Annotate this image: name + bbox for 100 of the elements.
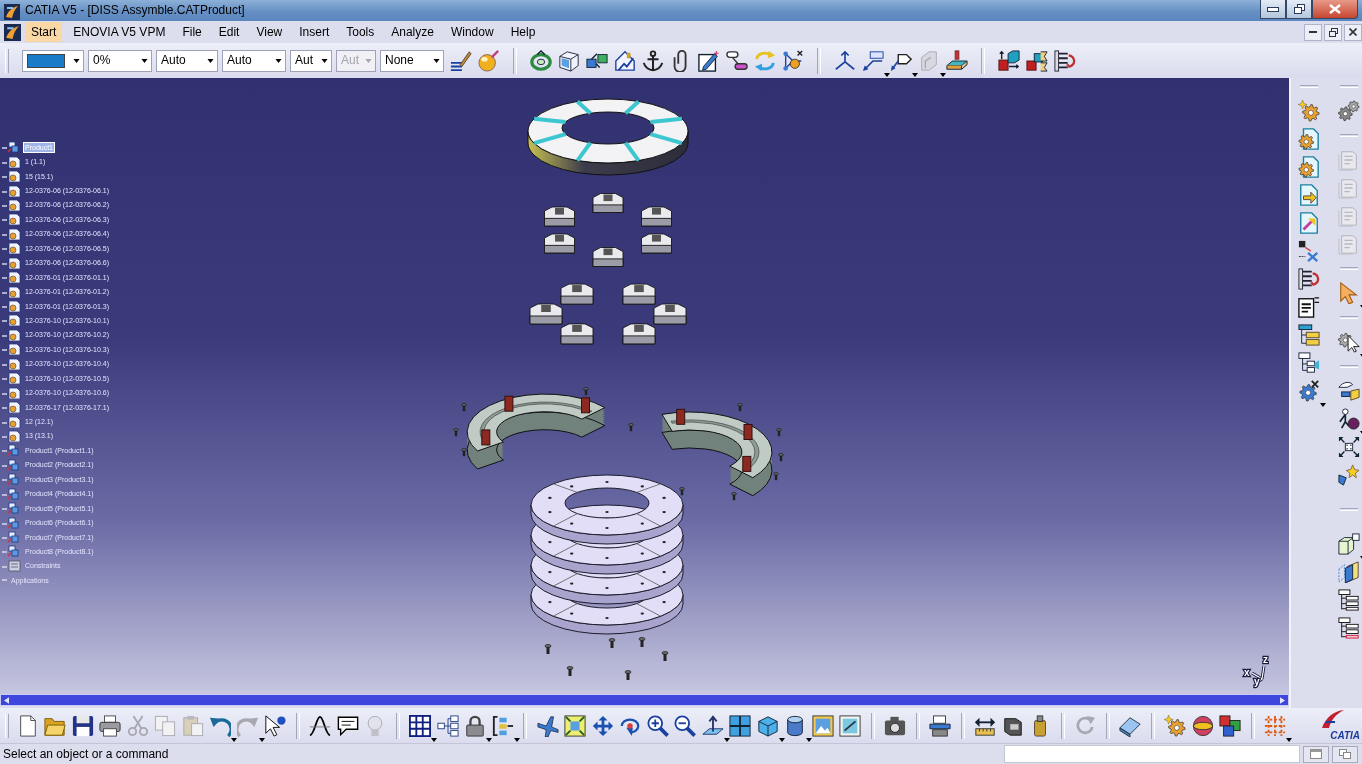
table-grid-icon[interactable] bbox=[409, 714, 431, 737]
restore-icon[interactable] bbox=[1293, 4, 1305, 14]
cylinder-icon[interactable] bbox=[784, 714, 806, 737]
close-icon[interactable] bbox=[1349, 28, 1357, 36]
app-logo-icon[interactable] bbox=[4, 23, 21, 41]
ring-icon[interactable] bbox=[530, 49, 552, 72]
tree-list-icon[interactable] bbox=[1338, 589, 1360, 611]
dropdown[interactable]: Auto bbox=[156, 49, 218, 72]
status-input-field[interactable] bbox=[1004, 745, 1300, 763]
blocks-icon[interactable] bbox=[1219, 714, 1241, 737]
tree-branch-icon[interactable] bbox=[1298, 352, 1320, 374]
framed-view-icon[interactable] bbox=[839, 714, 861, 737]
minimize-button[interactable] bbox=[1304, 23, 1322, 41]
dropdown[interactable]: Auto bbox=[222, 49, 286, 72]
zoom-out-icon[interactable] bbox=[674, 714, 696, 737]
house-arrow-icon[interactable] bbox=[614, 49, 636, 72]
tree-diagram-icon[interactable] bbox=[436, 714, 459, 737]
restore-button[interactable] bbox=[1324, 23, 1342, 41]
star-icon[interactable] bbox=[1338, 464, 1360, 486]
zoom-in-icon[interactable] bbox=[646, 714, 669, 737]
document-arrow-icon[interactable] bbox=[1298, 212, 1320, 234]
anchor-icon[interactable] bbox=[642, 49, 664, 72]
horizontal-scrollbar[interactable] bbox=[0, 694, 1289, 706]
arrow-line-icon[interactable] bbox=[862, 49, 884, 72]
cube-frame-icon[interactable] bbox=[1338, 533, 1360, 555]
cursor-icon[interactable] bbox=[264, 714, 286, 737]
hand-block-icon[interactable] bbox=[1338, 380, 1360, 402]
dropdown[interactable]: None bbox=[380, 49, 444, 72]
gear-cursor-icon[interactable] bbox=[1338, 331, 1360, 353]
minimize-button[interactable] bbox=[1260, 0, 1286, 19]
close-button[interactable] bbox=[1344, 23, 1362, 41]
stacked-trays-icon[interactable] bbox=[929, 714, 951, 737]
network-icon[interactable] bbox=[782, 49, 804, 72]
minimize-icon[interactable] bbox=[1267, 6, 1279, 12]
sphere-wand-icon[interactable] bbox=[478, 49, 500, 72]
caret-icon[interactable] bbox=[207, 58, 214, 63]
gear-cross-icon[interactable] bbox=[1298, 380, 1320, 402]
caret-icon[interactable] bbox=[321, 58, 328, 63]
dropdown[interactable]: 0% bbox=[88, 49, 152, 72]
open-box-icon[interactable] bbox=[558, 49, 580, 72]
tree-list-icon[interactable] bbox=[1338, 617, 1360, 639]
window-icon[interactable] bbox=[1310, 749, 1322, 759]
status-button[interactable] bbox=[1303, 745, 1329, 763]
gear-sparkle-icon[interactable] bbox=[1298, 100, 1320, 122]
caret-icon[interactable] bbox=[1320, 403, 1326, 407]
caret-icon[interactable] bbox=[73, 58, 80, 63]
document-arrow-icon[interactable] bbox=[1298, 184, 1320, 206]
gear-sparkle-icon[interactable] bbox=[1164, 714, 1186, 737]
color-dropdown[interactable] bbox=[22, 49, 84, 72]
caret-icon[interactable] bbox=[433, 58, 440, 63]
menu-item[interactable]: Tools bbox=[340, 22, 381, 42]
left-arrow-icon[interactable] bbox=[4, 696, 9, 704]
cursor-arrow-icon[interactable] bbox=[1338, 282, 1360, 304]
menu-item[interactable]: Help bbox=[504, 22, 542, 42]
plane-arrow-icon[interactable] bbox=[701, 714, 724, 737]
document-gear-icon[interactable] bbox=[1298, 156, 1320, 178]
bracket-list-icon[interactable] bbox=[491, 714, 514, 737]
paintbrush-icon[interactable] bbox=[450, 49, 472, 72]
picture-icon[interactable] bbox=[811, 714, 834, 737]
panels-icon[interactable] bbox=[1338, 561, 1360, 583]
four-way-arrow-icon[interactable] bbox=[591, 714, 614, 737]
chain-link-icon[interactable] bbox=[726, 49, 748, 72]
menu-item[interactable]: Window bbox=[444, 22, 500, 42]
figure-ball-icon[interactable] bbox=[1338, 408, 1360, 430]
cross-connector-icon[interactable] bbox=[1298, 240, 1320, 262]
caret-icon[interactable] bbox=[141, 58, 148, 63]
menu-item[interactable]: Edit bbox=[212, 22, 246, 42]
close-button[interactable] bbox=[1312, 0, 1358, 19]
status-button[interactable] bbox=[1332, 745, 1358, 763]
menu-item[interactable]: View bbox=[250, 22, 289, 42]
tree-boxes-icon[interactable] bbox=[1298, 324, 1320, 346]
stamp-icon[interactable] bbox=[946, 49, 968, 72]
restore-icon[interactable] bbox=[1328, 27, 1338, 37]
tilted-block-icon[interactable] bbox=[1119, 714, 1141, 737]
app-logo-icon[interactable] bbox=[4, 4, 20, 20]
document-gear-icon[interactable] bbox=[1298, 128, 1320, 150]
printer-icon[interactable] bbox=[99, 714, 121, 737]
gears-icon[interactable] bbox=[1338, 100, 1360, 122]
dropdown[interactable]: Aut bbox=[290, 49, 332, 72]
cube-arrows-icon[interactable] bbox=[998, 49, 1020, 72]
camera-icon[interactable] bbox=[884, 714, 906, 737]
cube-icon[interactable] bbox=[756, 714, 779, 737]
axis-lines-icon[interactable] bbox=[834, 49, 856, 72]
note-frame-icon[interactable] bbox=[1298, 296, 1320, 318]
framed-pencil-icon[interactable] bbox=[698, 49, 720, 72]
menu-item[interactable]: File bbox=[176, 22, 208, 42]
restore-button[interactable] bbox=[1286, 0, 1312, 19]
caret-icon[interactable] bbox=[275, 58, 282, 63]
padlock-icon[interactable] bbox=[464, 714, 486, 737]
list-arrow-icon[interactable] bbox=[1298, 268, 1320, 290]
four-panes-icon[interactable] bbox=[729, 714, 751, 737]
list-arrow-icon[interactable] bbox=[1054, 49, 1076, 72]
menu-item[interactable]: Analyze bbox=[385, 22, 440, 42]
cubes-tree-icon[interactable] bbox=[1026, 49, 1048, 72]
expand-arrows-icon[interactable] bbox=[1338, 436, 1360, 458]
sphere-icon[interactable] bbox=[1191, 714, 1214, 737]
fit-all-icon[interactable] bbox=[564, 714, 586, 737]
speech-bubble-icon[interactable] bbox=[336, 714, 359, 737]
airplane-icon[interactable] bbox=[536, 714, 559, 737]
menu-item[interactable]: Insert bbox=[293, 22, 336, 42]
